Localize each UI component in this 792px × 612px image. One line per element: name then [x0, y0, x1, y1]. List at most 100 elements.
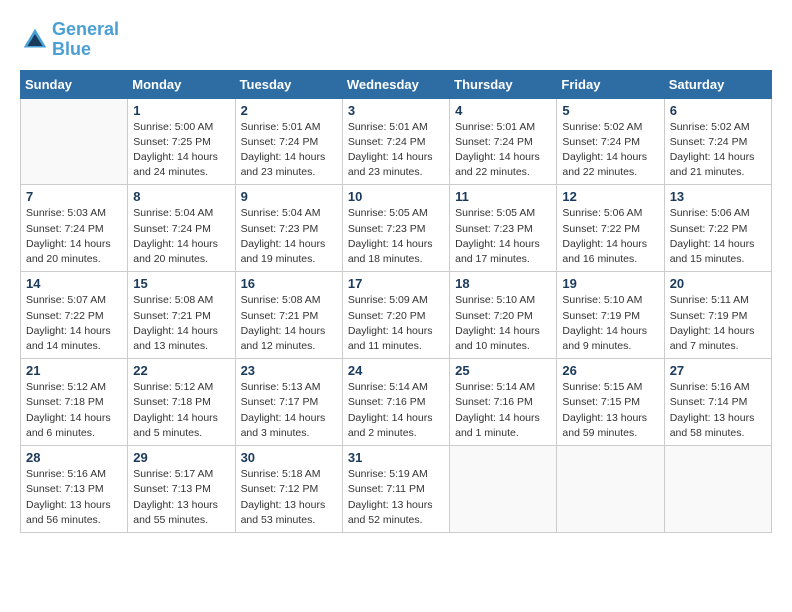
calendar-cell	[557, 446, 664, 533]
day-info: Sunrise: 5:12 AMSunset: 7:18 PMDaylight:…	[26, 380, 122, 441]
day-header: Monday	[128, 70, 235, 98]
calendar-cell: 6Sunrise: 5:02 AMSunset: 7:24 PMDaylight…	[664, 98, 771, 185]
day-info: Sunrise: 5:06 AMSunset: 7:22 PMDaylight:…	[562, 206, 658, 267]
day-number: 30	[241, 450, 337, 465]
day-number: 27	[670, 363, 766, 378]
day-info: Sunrise: 5:10 AMSunset: 7:20 PMDaylight:…	[455, 293, 551, 354]
day-number: 28	[26, 450, 122, 465]
calendar-cell	[664, 446, 771, 533]
day-number: 6	[670, 103, 766, 118]
day-info: Sunrise: 5:16 AMSunset: 7:13 PMDaylight:…	[26, 467, 122, 528]
day-number: 7	[26, 189, 122, 204]
calendar-cell: 22 Sunrise: 5:12 AMSunset: 7:18 PMDayligh…	[128, 359, 235, 446]
calendar-week-row: 1 Sunrise: 5:00 AMSunset: 7:25 PMDaylight…	[21, 98, 772, 185]
page-header: General Blue	[20, 20, 772, 60]
day-number: 1	[133, 103, 229, 118]
day-info: Sunrise: 5:08 AMSunset: 7:21 PMDaylight:…	[241, 293, 337, 354]
calendar-cell: 8Sunrise: 5:04 AMSunset: 7:24 PMDaylight…	[128, 185, 235, 272]
calendar-cell: 2 Sunrise: 5:01 AMSunset: 7:24 PMDaylight…	[235, 98, 342, 185]
day-info: Sunrise: 5:01 AMSunset: 7:24 PMDaylight:…	[348, 120, 444, 181]
day-number: 24	[348, 363, 444, 378]
calendar-cell: 17 Sunrise: 5:09 AMSunset: 7:20 PMDayligh…	[342, 272, 449, 359]
day-header: Wednesday	[342, 70, 449, 98]
calendar-week-row: 28 Sunrise: 5:16 AMSunset: 7:13 PMDayligh…	[21, 446, 772, 533]
day-info: Sunrise: 5:05 AMSunset: 7:23 PMDaylight:…	[455, 206, 551, 267]
day-info: Sunrise: 5:08 AMSunset: 7:21 PMDaylight:…	[133, 293, 229, 354]
day-header: Sunday	[21, 70, 128, 98]
calendar-table: SundayMondayTuesdayWednesdayThursdayFrid…	[20, 70, 772, 533]
calendar-cell: 27 Sunrise: 5:16 AMSunset: 7:14 PMDayligh…	[664, 359, 771, 446]
calendar-week-row: 21Sunrise: 5:12 AMSunset: 7:18 PMDayligh…	[21, 359, 772, 446]
day-info: Sunrise: 5:00 AMSunset: 7:25 PMDaylight:…	[133, 120, 229, 181]
calendar-cell: 7Sunrise: 5:03 AMSunset: 7:24 PMDaylight…	[21, 185, 128, 272]
calendar-cell: 31Sunrise: 5:19 AMSunset: 7:11 PMDayligh…	[342, 446, 449, 533]
calendar-cell: 11 Sunrise: 5:05 AMSunset: 7:23 PMDayligh…	[450, 185, 557, 272]
day-info: Sunrise: 5:06 AMSunset: 7:22 PMDaylight:…	[670, 206, 766, 267]
day-number: 18	[455, 276, 551, 291]
day-info: Sunrise: 5:18 AMSunset: 7:12 PMDaylight:…	[241, 467, 337, 528]
day-info: Sunrise: 5:12 AMSunset: 7:18 PMDaylight:…	[133, 380, 229, 441]
day-number: 10	[348, 189, 444, 204]
calendar-cell: 29 Sunrise: 5:17 AMSunset: 7:13 PMDayligh…	[128, 446, 235, 533]
day-info: Sunrise: 5:16 AMSunset: 7:14 PMDaylight:…	[670, 380, 766, 441]
day-info: Sunrise: 5:14 AMSunset: 7:16 PMDaylight:…	[455, 380, 551, 441]
day-number: 17	[348, 276, 444, 291]
day-info: Sunrise: 5:10 AMSunset: 7:19 PMDaylight:…	[562, 293, 658, 354]
day-number: 5	[562, 103, 658, 118]
day-number: 12	[562, 189, 658, 204]
calendar-cell: 15Sunrise: 5:08 AMSunset: 7:21 PMDayligh…	[128, 272, 235, 359]
day-number: 31	[348, 450, 444, 465]
day-number: 23	[241, 363, 337, 378]
day-number: 22	[133, 363, 229, 378]
day-info: Sunrise: 5:14 AMSunset: 7:16 PMDaylight:…	[348, 380, 444, 441]
day-number: 11	[455, 189, 551, 204]
day-header: Saturday	[664, 70, 771, 98]
logo-text: General Blue	[52, 20, 119, 60]
day-info: Sunrise: 5:07 AMSunset: 7:22 PMDaylight:…	[26, 293, 122, 354]
day-info: Sunrise: 5:01 AMSunset: 7:24 PMDaylight:…	[455, 120, 551, 181]
calendar-cell: 23 Sunrise: 5:13 AMSunset: 7:17 PMDayligh…	[235, 359, 342, 446]
calendar-cell: 1 Sunrise: 5:00 AMSunset: 7:25 PMDaylight…	[128, 98, 235, 185]
day-info: Sunrise: 5:13 AMSunset: 7:17 PMDaylight:…	[241, 380, 337, 441]
calendar-cell: 9 Sunrise: 5:04 AMSunset: 7:23 PMDaylight…	[235, 185, 342, 272]
calendar-week-row: 7Sunrise: 5:03 AMSunset: 7:24 PMDaylight…	[21, 185, 772, 272]
calendar-cell: 5 Sunrise: 5:02 AMSunset: 7:24 PMDaylight…	[557, 98, 664, 185]
day-number: 29	[133, 450, 229, 465]
day-info: Sunrise: 5:02 AMSunset: 7:24 PMDaylight:…	[562, 120, 658, 181]
day-header: Friday	[557, 70, 664, 98]
calendar-cell: 4 Sunrise: 5:01 AMSunset: 7:24 PMDaylight…	[450, 98, 557, 185]
day-number: 26	[562, 363, 658, 378]
day-number: 19	[562, 276, 658, 291]
day-info: Sunrise: 5:17 AMSunset: 7:13 PMDaylight:…	[133, 467, 229, 528]
calendar-cell: 26 Sunrise: 5:15 AMSunset: 7:15 PMDayligh…	[557, 359, 664, 446]
day-info: Sunrise: 5:11 AMSunset: 7:19 PMDaylight:…	[670, 293, 766, 354]
calendar-cell: 16Sunrise: 5:08 AMSunset: 7:21 PMDayligh…	[235, 272, 342, 359]
day-info: Sunrise: 5:09 AMSunset: 7:20 PMDaylight:…	[348, 293, 444, 354]
day-info: Sunrise: 5:04 AMSunset: 7:23 PMDaylight:…	[241, 206, 337, 267]
calendar-cell: 3 Sunrise: 5:01 AMSunset: 7:24 PMDaylight…	[342, 98, 449, 185]
calendar-cell: 24 Sunrise: 5:14 AMSunset: 7:16 PMDayligh…	[342, 359, 449, 446]
calendar-week-row: 14 Sunrise: 5:07 AMSunset: 7:22 PMDayligh…	[21, 272, 772, 359]
day-number: 13	[670, 189, 766, 204]
day-number: 9	[241, 189, 337, 204]
calendar-cell: 14 Sunrise: 5:07 AMSunset: 7:22 PMDayligh…	[21, 272, 128, 359]
day-number: 2	[241, 103, 337, 118]
day-info: Sunrise: 5:05 AMSunset: 7:23 PMDaylight:…	[348, 206, 444, 267]
day-number: 3	[348, 103, 444, 118]
day-number: 4	[455, 103, 551, 118]
day-info: Sunrise: 5:01 AMSunset: 7:24 PMDaylight:…	[241, 120, 337, 181]
day-number: 14	[26, 276, 122, 291]
day-info: Sunrise: 5:15 AMSunset: 7:15 PMDaylight:…	[562, 380, 658, 441]
calendar-cell: 30 Sunrise: 5:18 AMSunset: 7:12 PMDayligh…	[235, 446, 342, 533]
calendar-cell	[450, 446, 557, 533]
day-header: Tuesday	[235, 70, 342, 98]
calendar-cell: 12 Sunrise: 5:06 AMSunset: 7:22 PMDayligh…	[557, 185, 664, 272]
day-number: 20	[670, 276, 766, 291]
calendar-cell: 19 Sunrise: 5:10 AMSunset: 7:19 PMDayligh…	[557, 272, 664, 359]
calendar-cell: 25Sunrise: 5:14 AMSunset: 7:16 PMDayligh…	[450, 359, 557, 446]
calendar-cell: 18 Sunrise: 5:10 AMSunset: 7:20 PMDayligh…	[450, 272, 557, 359]
calendar-cell	[21, 98, 128, 185]
logo: General Blue	[20, 20, 119, 60]
day-info: Sunrise: 5:04 AMSunset: 7:24 PMDaylight:…	[133, 206, 229, 267]
calendar-cell: 28 Sunrise: 5:16 AMSunset: 7:13 PMDayligh…	[21, 446, 128, 533]
